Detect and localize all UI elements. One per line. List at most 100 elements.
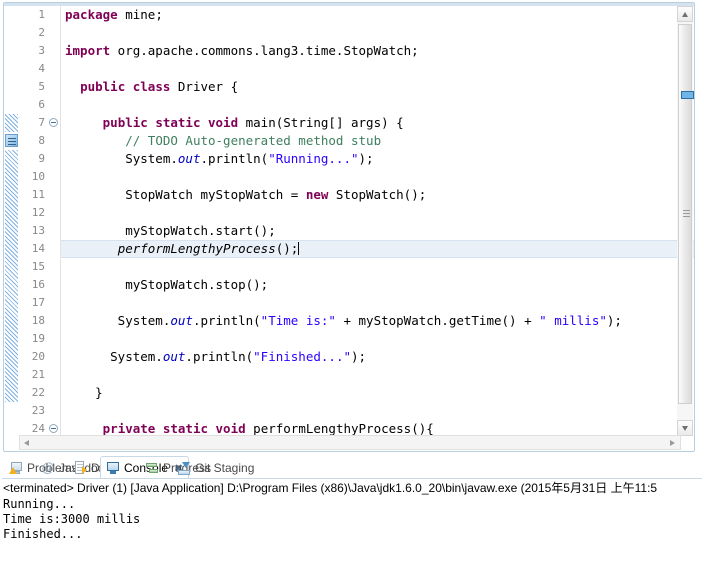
line-number: 13 [31,224,45,237]
chevron-up-icon [682,12,688,17]
tab-git-staging[interactable]: Git Staging [172,457,259,478]
java-source-editor[interactable]: 1234567891011121314151617181920212223242… [3,2,695,452]
scroll-up-button[interactable] [677,6,693,22]
code-token: .println( [185,349,254,364]
code-token: out [162,349,186,364]
vertical-scrollbar-thumb[interactable] [678,24,692,404]
code-token: performLengthyProcess(){ [245,421,434,436]
scrollbar-grip-icon [683,210,690,211]
code-line[interactable] [61,330,694,348]
code-line[interactable] [61,204,694,222]
code-token: (); [275,241,299,256]
line-number: 8 [38,134,45,147]
code-token: package [65,7,118,22]
change-marker-bar [5,114,18,132]
code-token: // TODO Auto-generated method stub [125,133,382,148]
code-line[interactable] [61,294,694,312]
code-line[interactable]: performLengthyProcess(); [61,240,694,258]
code-token: org.apache.commons.lang3.time.StopWatch; [110,43,419,58]
chevron-down-icon [682,426,688,431]
console-output-line: Finished... [3,527,83,541]
fold-collapse-icon[interactable] [49,424,58,433]
code-token: System. [65,151,178,166]
code-token: ); [606,313,622,328]
code-line[interactable]: public class Driver { [61,78,694,96]
fold-collapse-icon[interactable] [49,118,58,127]
code-token: ); [351,349,367,364]
code-token: myStopWatch.start(); [65,223,276,238]
code-line[interactable]: System.out.println("Running..."); [61,150,694,168]
code-token: .println( [200,151,269,166]
code-line[interactable]: private static void performLengthyProces… [61,420,694,436]
code-line[interactable]: StopWatch myStopWatch = new StopWatch(); [61,186,694,204]
change-marker-bar [5,150,18,402]
editor-vertical-scrollbar[interactable] [677,6,693,436]
overview-ruler-mark[interactable] [681,91,694,99]
console-icon [106,461,120,475]
code-line[interactable]: myStopWatch.start(); [61,222,694,240]
progress-icon [145,461,159,475]
line-number: 4 [38,62,45,75]
problems-icon [9,461,23,475]
code-line[interactable]: public static void main(String[] args) { [61,114,694,132]
todo-task-marker-icon[interactable] [5,134,18,147]
code-line[interactable]: System.out.println("Finished..."); [61,348,694,366]
code-folding-column[interactable] [48,6,60,436]
line-number: 14 [31,242,45,255]
line-number: 6 [38,98,45,111]
code-line[interactable]: package mine; [61,6,694,24]
code-line[interactable] [61,96,694,114]
code-token: "Running..." [268,151,359,166]
code-token: public class [80,79,171,94]
code-line[interactable]: // TODO Auto-generated method stub [61,132,694,150]
code-token: new [305,187,329,202]
code-line[interactable] [61,366,694,384]
annotation-marker-ruler[interactable] [4,6,19,436]
code-token: main(String[] args) { [238,115,404,130]
editor-horizontal-scrollbar[interactable] [19,435,681,450]
declaration-icon [73,460,87,475]
scroll-right-button[interactable] [666,436,680,449]
code-line[interactable] [61,168,694,186]
git-staging-icon [177,461,191,475]
code-token: private static void [102,421,246,436]
code-line[interactable]: System.out.println("Time is:" + myStopWa… [61,312,694,330]
code-token: out [170,313,193,328]
code-text-surface[interactable]: package mine; import org.apache.commons.l… [61,6,694,436]
line-number: 10 [31,170,45,183]
scroll-left-button[interactable] [20,436,34,449]
tab-label: Git Staging [195,460,255,475]
code-line[interactable] [61,24,694,42]
code-line[interactable]: } [61,384,694,402]
code-token: } [65,385,103,400]
line-number: 3 [38,44,45,57]
console-output-panel[interactable]: <terminated> Driver (1) [Java Applicatio… [2,479,702,571]
line-number: 15 [31,260,45,273]
scroll-down-button[interactable] [677,420,693,436]
line-number: 9 [38,152,45,165]
code-token: mine; [117,7,163,22]
code-line[interactable]: import org.apache.commons.lang3.time.Sto… [61,42,694,60]
code-token: + myStopWatch.getTime() + [335,313,540,328]
line-number: 20 [31,350,45,363]
line-number: 2 [38,26,45,39]
code-token: "Time is:" [260,313,336,328]
console-output-line: Time is:3000 millis [3,512,141,526]
code-token: import [65,43,111,58]
line-number: 11 [31,188,45,201]
line-number: 22 [31,386,45,399]
code-token: public static void [102,115,239,130]
chevron-right-icon [670,440,675,446]
console-output-line: Running... [3,497,76,511]
code-line[interactable]: myStopWatch.stop(); [61,276,694,294]
line-number: 23 [31,404,45,417]
code-line[interactable] [61,60,694,78]
code-token: performLengthyProcess [117,241,276,256]
code-line[interactable] [61,402,694,420]
code-line[interactable] [61,258,694,276]
